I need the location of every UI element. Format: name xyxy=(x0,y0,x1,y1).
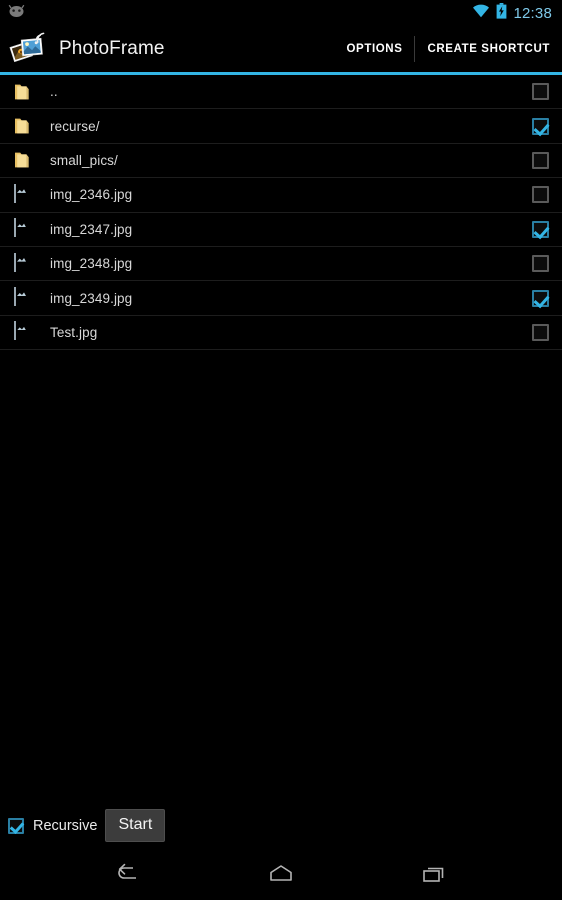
recursive-label: Recursive xyxy=(33,817,98,834)
home-icon[interactable] xyxy=(257,854,305,894)
android-screen: 12:38 PhotoFrame OPTIONS CREATE SHORTCUT… xyxy=(0,0,562,900)
recursive-checkbox-row[interactable]: Recursive xyxy=(8,817,98,834)
file-checkbox-checked[interactable] xyxy=(532,220,549,238)
status-bar-notifications xyxy=(0,4,25,22)
file-name-label: img_2347.jpg xyxy=(50,221,133,237)
wifi-icon xyxy=(472,4,490,23)
file-list-row[interactable]: .. xyxy=(0,75,562,110)
status-bar-clock: 12:38 xyxy=(513,4,552,22)
file-name-label: .. xyxy=(50,84,58,100)
file-list-row[interactable]: img_2349.jpg xyxy=(0,281,562,316)
file-checkbox-checked[interactable] xyxy=(532,289,549,307)
file-checkbox-checked[interactable] xyxy=(532,117,549,135)
file-list-row[interactable]: recurse/ xyxy=(0,109,562,144)
image-icon xyxy=(14,287,36,308)
file-checkbox-unchecked[interactable] xyxy=(532,83,549,101)
file-list-row[interactable]: img_2348.jpg xyxy=(0,247,562,282)
bottom-control-bar: Recursive Start xyxy=(0,803,562,848)
file-list-row[interactable]: img_2346.jpg xyxy=(0,178,562,213)
file-list-row[interactable]: img_2347.jpg xyxy=(0,213,562,247)
options-button[interactable]: OPTIONS xyxy=(335,26,415,72)
file-name-label: img_2349.jpg xyxy=(50,290,133,306)
navigation-bar xyxy=(0,848,562,900)
app-title: PhotoFrame xyxy=(59,38,165,59)
battery-charging-icon xyxy=(496,2,507,24)
image-icon xyxy=(14,218,36,239)
file-checkbox-unchecked[interactable] xyxy=(532,323,549,341)
file-checkbox-unchecked[interactable] xyxy=(532,186,549,204)
file-name-label: recurse/ xyxy=(50,118,100,134)
file-checkbox-unchecked[interactable] xyxy=(532,151,549,169)
action-bar-buttons: OPTIONS CREATE SHORTCUT xyxy=(335,26,562,72)
recents-icon[interactable] xyxy=(410,854,458,894)
status-bar-system-icons: 12:38 xyxy=(472,2,562,24)
recursive-checkbox[interactable] xyxy=(8,817,24,834)
file-list-row[interactable]: Test.jpg xyxy=(0,316,562,351)
image-icon xyxy=(14,252,36,274)
folder-icon xyxy=(14,150,36,170)
file-checkbox-unchecked[interactable] xyxy=(532,255,549,273)
status-bar: 12:38 xyxy=(0,0,562,26)
back-arrow-icon[interactable] xyxy=(104,854,152,894)
file-name-label: img_2348.jpg xyxy=(50,256,133,272)
image-icon xyxy=(14,183,36,205)
android-bugdroid-icon xyxy=(8,4,25,22)
file-name-label: small_pics/ xyxy=(50,152,118,168)
folder-icon xyxy=(14,82,36,102)
start-button[interactable]: Start xyxy=(105,809,166,842)
folder-icon xyxy=(14,116,36,136)
photoframe-app-icon xyxy=(9,30,49,68)
action-bar: PhotoFrame OPTIONS CREATE SHORTCUT xyxy=(0,26,562,72)
create-shortcut-button[interactable]: CREATE SHORTCUT xyxy=(415,26,562,72)
file-list: .. recurse/small_pics/img_2346.jpg img_234… xyxy=(0,75,562,351)
file-list-row[interactable]: small_pics/ xyxy=(0,144,562,179)
file-name-label: img_2346.jpg xyxy=(50,187,133,203)
file-name-label: Test.jpg xyxy=(50,324,98,340)
image-icon xyxy=(14,321,36,342)
